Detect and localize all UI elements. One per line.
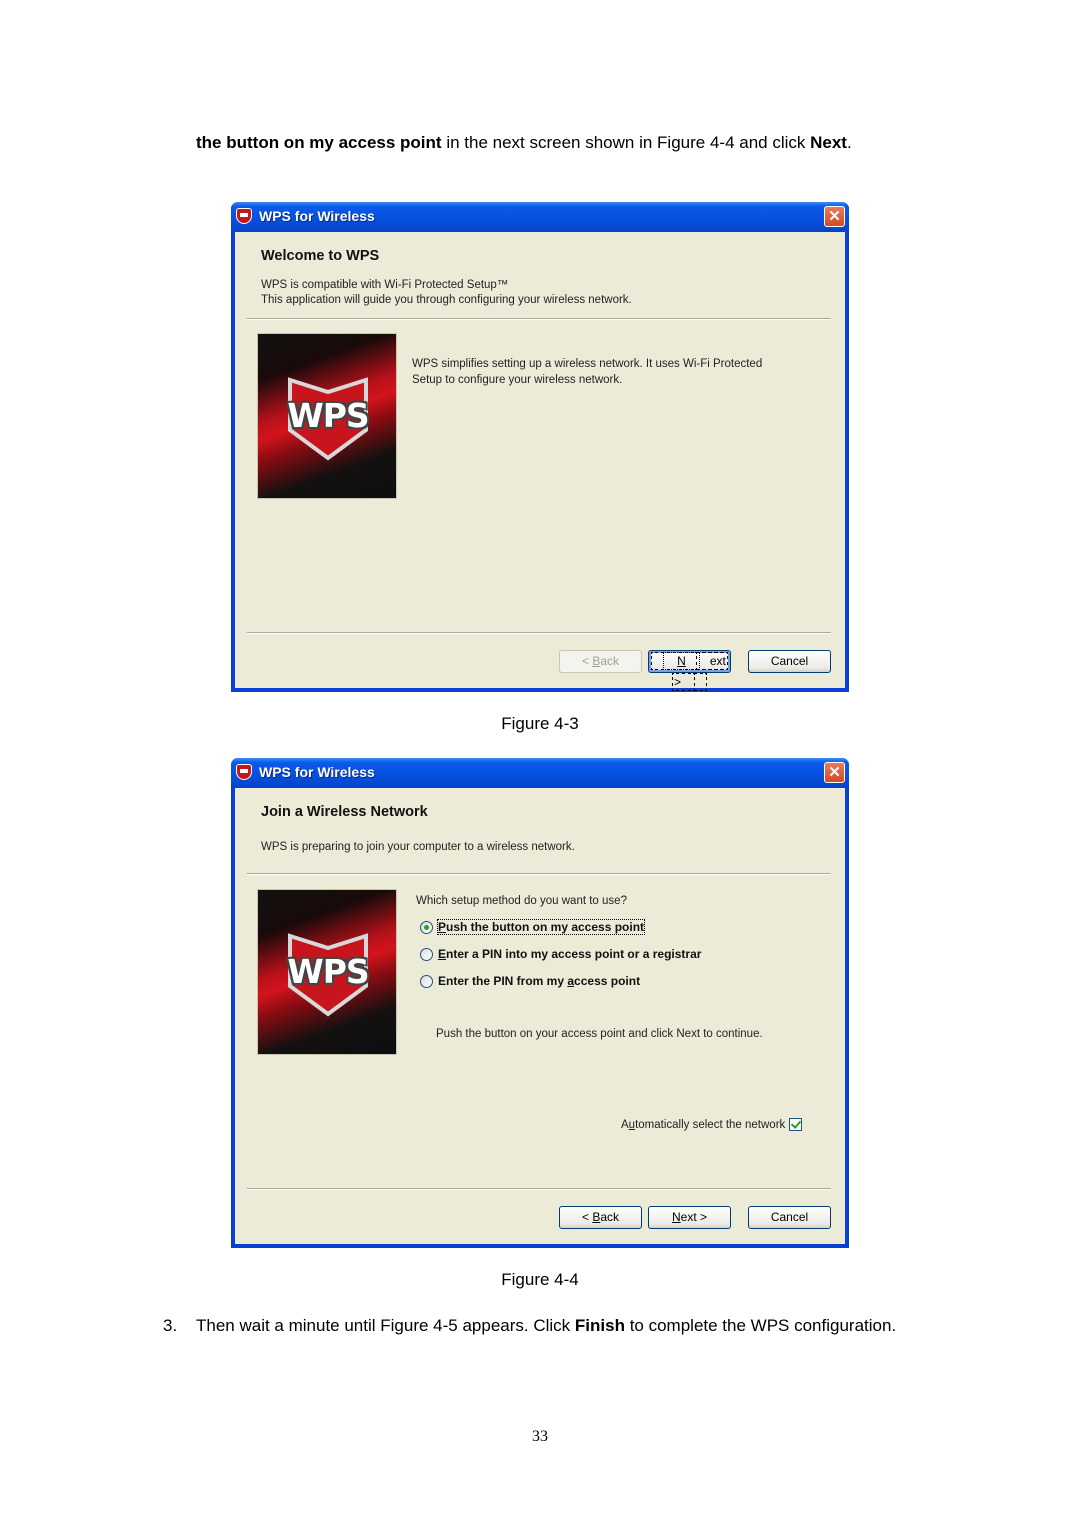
next-accel: N [663,652,700,670]
dialog-client-area: Join a Wireless Network WPS is preparing… [235,788,845,1244]
back-label-pre: < [581,654,593,668]
description-line-1: WPS simplifies setting up a wireless net… [412,358,763,370]
back-label-pre: < [581,1210,593,1224]
header-divider [247,873,831,875]
wps-window-welcome: WPS for Wireless ✕ Welcome to WPS WPS is… [231,202,849,692]
radio-label-rest: ush the button on my access point [446,920,645,934]
next-label-post: ext > [680,1210,708,1224]
intro-paragraph: the button on my access point in the nex… [196,130,917,155]
header-divider [247,318,831,320]
page-heading: Welcome to WPS [261,248,380,264]
back-label-post: ack [600,1210,620,1224]
wps-app-icon [236,764,252,780]
back-button[interactable]: < Back [559,650,642,673]
step-3: 3. Then wait a minute until Figure 4-5 a… [163,1310,917,1342]
description: WPS simplifies setting up a wireless net… [412,356,762,388]
page-heading: Join a Wireless Network [261,804,428,820]
subtext-line-1: WPS is compatible with Wi-Fi Protected S… [261,279,509,291]
radio-enter-pin-from-ap[interactable]: Enter the PIN from my access point [420,974,640,988]
footer-divider [247,1188,831,1190]
page-number: 33 [532,1428,548,1445]
radio-label: Enter the PIN from my access point [438,974,640,988]
subtext-line-2: This application will guide you through … [261,294,632,306]
dialog-client-area: Welcome to WPS WPS is compatible with Wi… [235,232,845,691]
auto-select-label: tomatically select the network [635,1119,786,1131]
radio-label-pre: Enter the PIN from my [438,974,568,988]
logo-text: WPS [287,396,369,435]
next-label: Next > [651,652,728,691]
cancel-button[interactable]: Cancel [748,1206,831,1229]
window-title: WPS for Wireless [259,208,375,224]
description-line-2: Setup to configure your wireless network… [412,374,623,386]
logo-text: WPS [287,952,369,991]
auto-select-pre: A [621,1119,629,1131]
radio-label-rest: ccess point [574,974,641,988]
close-button[interactable]: ✕ [824,762,845,783]
step-bold-finish: Finish [574,1316,625,1335]
cancel-button[interactable]: Cancel [748,650,831,673]
wps-app-icon [236,208,252,224]
step-text-b: to complete the WPS configuration. [624,1316,897,1335]
close-button[interactable]: ✕ [824,206,845,227]
figure-caption-4-3: Figure 4-3 [501,714,579,733]
next-button[interactable]: Next > [648,1206,731,1229]
wps-logo-image: WPS [257,333,397,499]
wps-window-join: WPS for Wireless ✕ Join a Wireless Netwo… [231,758,849,1248]
radio-button[interactable] [420,947,433,961]
intro-bold-lead: the button on my access point [196,133,442,152]
title-bar[interactable]: WPS for Wireless ✕ [231,202,849,232]
back-label-post: ack [600,654,620,668]
instruction-text: Push the button on your access point and… [436,1028,763,1040]
window-title: WPS for Wireless [259,764,375,780]
auto-select-network-row[interactable]: Automatically select the network [621,1117,803,1133]
wps-logo-image: WPS [257,889,397,1055]
footer-divider [247,632,831,634]
step-text: Then wait a minute until Figure 4-5 appe… [196,1310,917,1342]
step-text-a: Then wait a minute until Figure 4-5 appe… [196,1316,575,1335]
radio-push-button[interactable]: Push the button on my access point [420,919,646,935]
radio-accel: P [438,920,447,934]
intro-text: in the next screen shown in Figure 4-4 a… [441,133,811,152]
radio-label-rest: nter a PIN into my access point or a reg… [446,947,702,961]
radio-button[interactable] [420,974,433,988]
figure-caption-4-4: Figure 4-4 [501,1270,579,1289]
subtext: WPS is preparing to join your computer t… [261,841,575,853]
auto-select-checkbox[interactable] [789,1118,803,1132]
radio-button-selected[interactable] [420,920,433,934]
back-button[interactable]: < Back [559,1206,642,1229]
next-button[interactable]: Next > [648,650,731,691]
next-accel: N [671,1210,681,1224]
setup-method-question: Which setup method do you want to use? [416,895,627,907]
intro-bold-next: Next [810,133,847,152]
title-bar[interactable]: WPS for Wireless ✕ [231,758,849,788]
intro-period: . [846,133,852,152]
step-number: 3. [163,1316,178,1335]
radio-label: Push the button on my access point [436,919,646,935]
radio-enter-pin-into-ap[interactable]: Enter a PIN into my access point or a re… [420,947,701,961]
radio-label: Enter a PIN into my access point or a re… [438,947,701,961]
radio-accel: E [438,947,447,961]
